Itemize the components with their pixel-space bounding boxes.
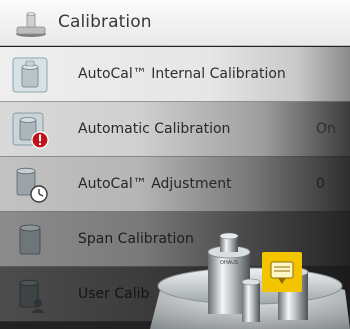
menu-item-autocal-internal-calibration[interactable]: AutoCal™ Internal Calibration: [0, 47, 350, 102]
menu-item-label: User Calib: [78, 286, 150, 302]
menu-item-label: AutoCal™ Adjustment: [78, 176, 232, 192]
menu-item-value: 0: [316, 176, 325, 192]
internal-weight-icon: [12, 57, 48, 93]
menu-item-label: Automatic Calibration: [78, 121, 231, 137]
header-bar: Calibration: [0, 0, 350, 46]
calibration-screen: Calibration AutoCal™ Internal Calibratio…: [0, 0, 350, 329]
brand-engraving: OHAUS: [220, 260, 238, 266]
menu-item-label: AutoCal™ Internal Calibration: [78, 66, 286, 82]
balance-icon: [16, 12, 46, 37]
menu-item-automatic-calibration[interactable]: Automatic Calibration On: [0, 102, 350, 157]
user-weight-icon: [19, 279, 45, 313]
weights-photo: OHAUS: [150, 232, 350, 329]
weight-clock-icon: [16, 167, 48, 203]
weight-icon: [19, 224, 41, 255]
menu-item-autocal-adjustment[interactable]: AutoCal™ Adjustment 0: [0, 157, 350, 212]
page-title: Calibration: [58, 12, 152, 32]
weight-alert-icon: [12, 112, 49, 149]
menu-item-value: On: [316, 121, 336, 137]
